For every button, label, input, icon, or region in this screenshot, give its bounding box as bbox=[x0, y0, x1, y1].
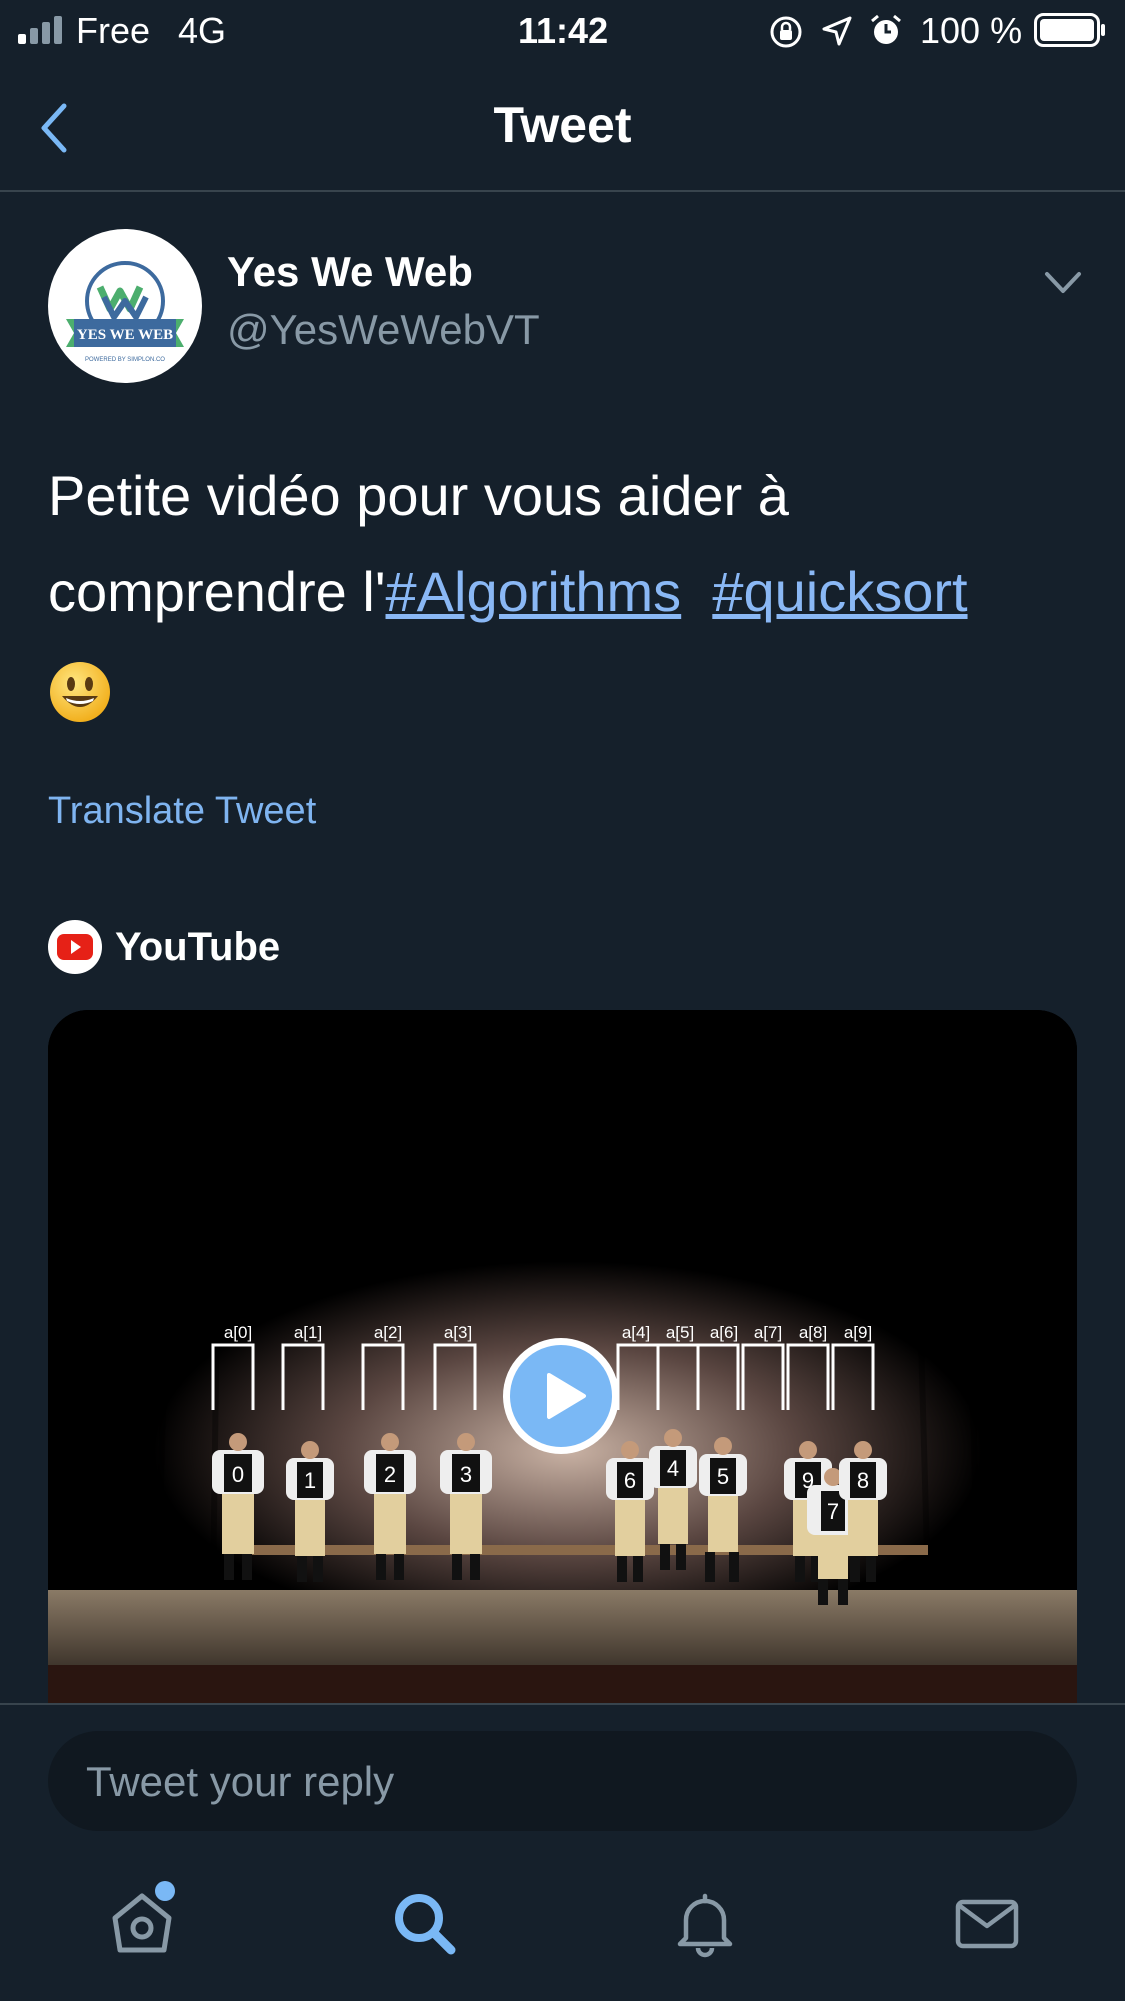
nav-header: Tweet bbox=[0, 62, 1125, 192]
reply-bar: Tweet your reply bbox=[0, 1703, 1125, 1843]
tab-bar bbox=[0, 1843, 1125, 2001]
play-button[interactable] bbox=[503, 1338, 619, 1454]
battery-label: 100 % bbox=[920, 10, 1023, 51]
array-label: a[0] bbox=[224, 1323, 252, 1342]
carrier-label: Free bbox=[76, 10, 151, 51]
location-icon bbox=[822, 16, 852, 46]
hashtag-algorithms-link[interactable]: #Algorithms bbox=[386, 560, 682, 623]
reply-placeholder: Tweet your reply bbox=[86, 1758, 395, 1805]
dancer-number: 5 bbox=[717, 1464, 729, 1489]
dancer-number: 8 bbox=[857, 1468, 869, 1493]
network-label: 4G bbox=[178, 10, 227, 51]
new-content-indicator bbox=[155, 1881, 175, 1901]
dancer-number: 2 bbox=[384, 1462, 396, 1487]
author-handle[interactable]: @YesWeWebVT bbox=[227, 306, 540, 354]
dancer-number: 7 bbox=[827, 1499, 839, 1524]
youtube-icon bbox=[48, 920, 102, 974]
alarm-icon bbox=[871, 14, 901, 44]
messages-icon[interactable] bbox=[952, 1888, 1022, 1958]
signal-icon bbox=[18, 16, 62, 44]
dancer-number: 4 bbox=[667, 1456, 679, 1481]
hashtag-quicksort-link[interactable]: #quicksort bbox=[712, 560, 967, 623]
array-label: a[9] bbox=[844, 1323, 872, 1342]
avatar-logo-text: YES WE WEB bbox=[77, 327, 173, 343]
array-label: a[7] bbox=[754, 1323, 782, 1342]
clock: 11:42 bbox=[518, 10, 609, 51]
dancer-number: 1 bbox=[304, 1468, 316, 1493]
chevron-down-icon[interactable] bbox=[1044, 270, 1082, 296]
array-label: a[4] bbox=[622, 1323, 650, 1342]
rotation-lock-icon bbox=[770, 16, 802, 48]
notifications-icon[interactable] bbox=[670, 1888, 740, 1958]
dancer-number: 0 bbox=[232, 1462, 244, 1487]
status-bar: Free 4G 11:42 100 % bbox=[0, 0, 1125, 62]
array-label: a[1] bbox=[294, 1323, 322, 1342]
page-title: Tweet bbox=[493, 97, 632, 153]
reply-input[interactable]: Tweet your reply bbox=[48, 1731, 1077, 1831]
author-name[interactable]: Yes We Web bbox=[227, 248, 473, 296]
battery-icon bbox=[1034, 13, 1105, 47]
avatar[interactable]: YES WE WEB POWERED BY SIMPLON.CO bbox=[48, 229, 202, 383]
smiley-emoji-icon bbox=[50, 662, 110, 723]
dancer-number: 6 bbox=[624, 1468, 636, 1493]
search-icon[interactable] bbox=[389, 1888, 459, 1958]
translate-tweet-link[interactable]: Translate Tweet bbox=[48, 790, 316, 833]
media-source-label: YouTube bbox=[115, 925, 281, 969]
tweet-text: Petite vidéo pour vous aider à comprendr… bbox=[48, 448, 1088, 736]
avatar-logo-subtext: POWERED BY SIMPLON.CO bbox=[85, 357, 165, 363]
array-label: a[3] bbox=[444, 1323, 472, 1342]
array-label: a[2] bbox=[374, 1323, 402, 1342]
yes-we-web-logo: YES WE WEB POWERED BY SIMPLON.CO bbox=[66, 261, 184, 363]
array-label: a[8] bbox=[799, 1323, 827, 1342]
dancer-number: 3 bbox=[460, 1462, 472, 1487]
play-icon bbox=[510, 1345, 612, 1447]
array-label: a[5] bbox=[666, 1323, 694, 1342]
array-label: a[6] bbox=[710, 1323, 738, 1342]
